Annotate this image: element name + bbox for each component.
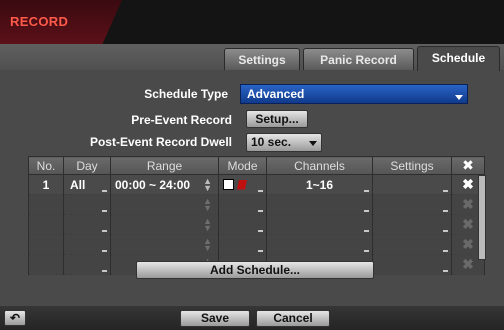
pre-event-label: Pre-Event Record — [131, 113, 232, 127]
chevron-down-icon — [455, 95, 463, 100]
table-row: ▲▼ ✖ — [28, 194, 485, 215]
window-title: RECORD — [10, 14, 69, 29]
spinner-icon[interactable]: ▲ ▼ — [203, 177, 212, 193]
tab-panic-record[interactable]: Panic Record — [303, 48, 414, 70]
close-icon: ✖ — [462, 196, 474, 212]
title-bar: RECORD — [0, 0, 504, 44]
close-icon: ✖ — [462, 216, 474, 232]
row-channels-value: 1~16 — [305, 177, 334, 192]
table-row: ▲▼ ✖ — [28, 214, 485, 235]
table-row: ▲▼ ✖ — [28, 234, 485, 255]
col-channels: Channels — [266, 156, 373, 175]
close-icon: ✖ — [462, 236, 474, 252]
row-day-value: All — [70, 178, 86, 192]
save-button[interactable]: Save — [180, 310, 250, 327]
post-event-dwell-value: 10 sec. — [251, 135, 292, 149]
row-settings[interactable] — [372, 174, 452, 195]
col-day: Day — [63, 156, 111, 175]
post-event-label: Post-Event Record Dwell — [89, 135, 232, 149]
record-mode-icon — [223, 179, 234, 190]
table-row: 1 All 00:00 ~ 24:00 ▲ ▼ 1~16 ✖ — [28, 174, 485, 195]
schedule-type-value: Advanced — [247, 87, 305, 101]
tab-bar: Settings Panic Record Schedule — [0, 44, 504, 71]
spinner-icon: ▲▼ — [203, 196, 212, 213]
post-event-dwell-dropdown[interactable]: 10 sec. — [246, 133, 322, 152]
close-icon[interactable]: ✖ — [462, 176, 474, 192]
spinner-icon: ▲▼ — [203, 236, 212, 253]
row-day[interactable]: All — [63, 174, 111, 195]
chevron-down-icon — [258, 190, 263, 192]
close-icon: ✖ — [462, 256, 474, 272]
event-mode-icon — [237, 179, 247, 190]
pre-event-setup-button[interactable]: Setup... — [246, 110, 308, 128]
col-no: No. — [28, 156, 64, 175]
col-mode: Mode — [218, 156, 267, 175]
chevron-down-icon — [443, 190, 448, 192]
table-header: No. Day Range Mode Channels Settings ✖ — [28, 156, 485, 175]
tab-settings[interactable]: Settings — [224, 48, 300, 70]
col-range: Range — [110, 156, 219, 175]
footer-bar: ↶ Save Cancel — [0, 306, 504, 330]
schedule-type-dropdown[interactable]: Advanced — [240, 84, 468, 104]
schedule-type-label: Schedule Type — [144, 87, 228, 101]
record-setup-window: RECORD Settings Panic Record Schedule Sc… — [0, 0, 504, 330]
row-range-value: 00:00 ~ 24:00 — [115, 178, 191, 192]
cancel-button[interactable]: Cancel — [256, 310, 330, 327]
tab-schedule[interactable]: Schedule — [417, 46, 500, 71]
back-icon[interactable]: ↶ — [4, 310, 26, 326]
row-range[interactable]: 00:00 ~ 24:00 ▲ ▼ — [110, 174, 219, 195]
delete-all-icon[interactable]: ✖ — [451, 156, 485, 175]
add-schedule-button[interactable]: Add Schedule... — [136, 261, 374, 279]
chevron-down-icon — [102, 190, 107, 192]
row-mode[interactable] — [218, 174, 267, 195]
chevron-down-icon — [364, 190, 369, 192]
col-settings: Settings — [372, 156, 452, 175]
spinner-icon: ▲▼ — [203, 216, 212, 233]
chevron-down-icon — [309, 141, 317, 146]
table-scrollbar[interactable] — [478, 175, 486, 260]
row-no: 1 — [28, 174, 64, 195]
schedule-table: No. Day Range Mode Channels Settings ✖ 1… — [28, 156, 485, 275]
row-channels[interactable]: 1~16 — [266, 174, 373, 195]
